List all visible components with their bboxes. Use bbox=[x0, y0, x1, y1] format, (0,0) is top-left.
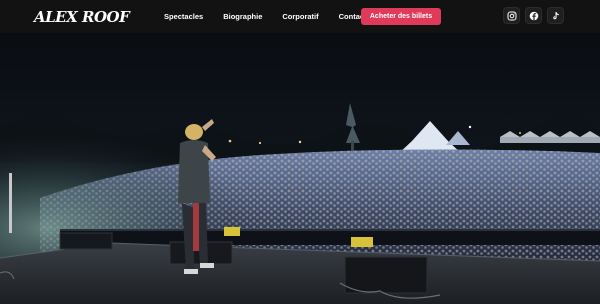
facebook-icon bbox=[529, 11, 538, 20]
nav-link-biographie[interactable]: Biographie bbox=[223, 12, 262, 21]
page: ALEX ROOF Spectacles Biographie Corporat… bbox=[0, 0, 600, 304]
hero-concert-photo bbox=[0, 33, 600, 304]
concert-crowd-image bbox=[0, 33, 600, 304]
nav-link-spectacles[interactable]: Spectacles bbox=[164, 12, 203, 21]
main-menu: Spectacles Biographie Corporatif Contact bbox=[164, 0, 387, 33]
facebook-button[interactable] bbox=[525, 7, 542, 24]
tiktok-icon bbox=[552, 11, 559, 19]
tiktok-button[interactable] bbox=[547, 7, 564, 24]
buy-tickets-button[interactable]: Acheter des billets bbox=[361, 8, 441, 25]
brand-logo[interactable]: ALEX ROOF bbox=[34, 6, 130, 28]
nav-link-corporatif[interactable]: Corporatif bbox=[282, 12, 318, 21]
top-navigation-bar: ALEX ROOF Spectacles Biographie Corporat… bbox=[0, 0, 600, 33]
instagram-icon bbox=[507, 11, 516, 20]
instagram-button[interactable] bbox=[503, 7, 520, 24]
